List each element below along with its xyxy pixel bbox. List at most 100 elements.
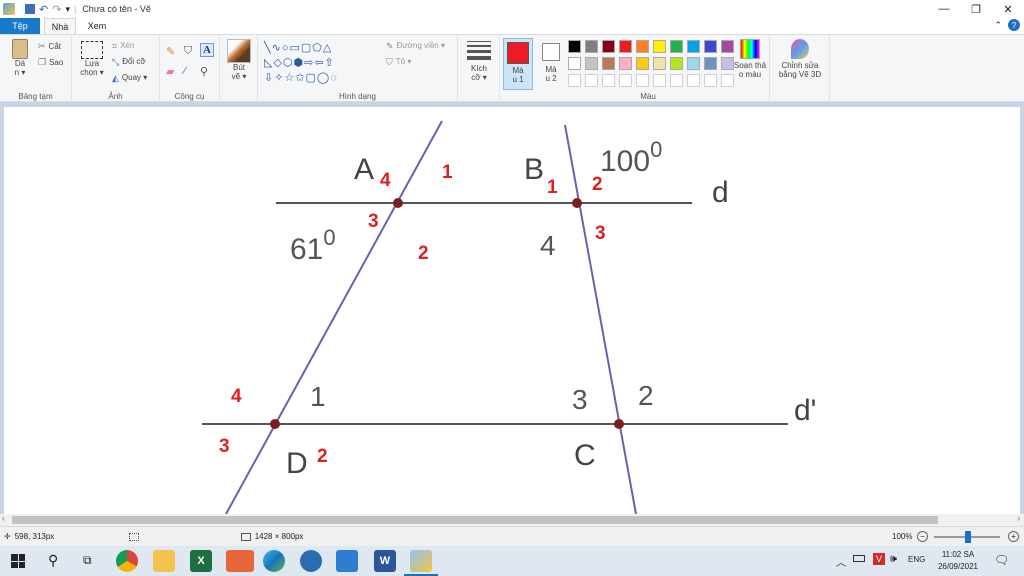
palette-swatch[interactable] — [653, 40, 666, 53]
scroll-left-icon[interactable]: ‹ — [2, 514, 5, 523]
palette-swatch[interactable] — [687, 40, 700, 53]
magnifier-icon[interactable]: ⚲ — [200, 65, 208, 78]
size-button[interactable]: Kích cỡ ▾ — [464, 41, 494, 82]
antivirus-icon[interactable]: V — [873, 553, 885, 565]
custom-color-slot[interactable] — [602, 74, 615, 87]
copy-button[interactable]: ❐ Sao — [38, 57, 63, 68]
edit-colors-button[interactable]: Soạn thả o màu — [732, 39, 768, 79]
notification-icon[interactable]: 🗨 — [994, 553, 1009, 567]
task-view-icon[interactable]: ⧉ — [83, 553, 92, 568]
maximize-button[interactable]: ❐ — [960, 0, 992, 18]
zoom-slider-thumb[interactable] — [965, 531, 971, 543]
collapse-ribbon-icon[interactable]: ⌃ — [994, 20, 1002, 31]
clipboard-group: Dá n ▾ ✂ Cắt ❐ Sao Bảng tạm — [0, 35, 72, 103]
paint3d-group: Chỉnh sửa bằng Vẽ 3D — [770, 35, 830, 103]
tab-home[interactable]: Nhà — [44, 18, 76, 34]
palette-swatch[interactable] — [568, 40, 581, 53]
custom-color-slot[interactable] — [619, 74, 632, 87]
vpn-icon[interactable] — [300, 550, 322, 572]
crop-button[interactable]: ⌗ Xén — [112, 41, 134, 52]
custom-color-slot[interactable] — [636, 74, 649, 87]
palette-swatch[interactable] — [619, 57, 632, 70]
custom-color-slot[interactable] — [670, 74, 683, 87]
file-explorer-icon[interactable] — [153, 550, 175, 572]
volume-icon[interactable]: 🕪 — [890, 553, 897, 566]
outline-button[interactable]: ✎ Đường viền ▾ — [386, 41, 445, 52]
tab-file[interactable]: Tệp — [0, 18, 40, 34]
brushes-button[interactable]: Bút vẽ ▾ — [224, 39, 254, 81]
close-button[interactable]: ✕ — [992, 0, 1024, 18]
fill-shape-button[interactable]: ⛉ Tô ▾ — [386, 57, 411, 68]
line-d-prime-label: d' — [794, 394, 816, 427]
palette-swatch[interactable] — [687, 57, 700, 70]
color1-button[interactable]: Mà u 1 — [503, 38, 533, 90]
palette-swatch[interactable] — [585, 57, 598, 70]
horizontal-scrollbar[interactable]: ‹ › — [0, 514, 1024, 526]
edge-icon[interactable] — [263, 550, 285, 572]
undo-icon[interactable]: ↶ — [39, 3, 48, 16]
paint3d-button[interactable]: Chỉnh sửa bằng Vẽ 3D — [774, 39, 826, 79]
redo-icon[interactable]: ↷ — [52, 3, 61, 16]
drawing-canvas[interactable]: A B C D d d' 1000 610 4 1 3 2 1 2 3 4 3 … — [4, 107, 1020, 514]
selection-icon — [128, 532, 139, 541]
paint-taskbar-icon[interactable] — [410, 550, 432, 572]
palette-swatch[interactable] — [602, 57, 615, 70]
tray-chevron-icon[interactable]: ︿ — [836, 554, 846, 569]
language-indicator[interactable]: ENG — [908, 555, 925, 564]
paint3d-label-2: bằng Vẽ 3D — [778, 70, 822, 79]
color2-button[interactable]: Mà u 2 — [536, 38, 566, 90]
paint3d-icon — [791, 39, 809, 59]
chrome-icon[interactable] — [116, 550, 138, 572]
palette-swatch[interactable] — [619, 40, 632, 53]
palette-swatch[interactable] — [568, 57, 581, 70]
palette-swatch[interactable] — [585, 40, 598, 53]
palette-swatch[interactable] — [636, 40, 649, 53]
color-picker-icon[interactable]: ⁄ — [184, 65, 186, 77]
battery-icon[interactable] — [853, 555, 865, 562]
eraser-icon[interactable]: ▰ — [166, 65, 174, 78]
cut-button[interactable]: ✂ Cắt — [38, 41, 61, 52]
scrollbar-thumb[interactable] — [12, 516, 938, 524]
angle-label-d1: 1 — [310, 381, 326, 412]
palette-swatch[interactable] — [704, 57, 717, 70]
palette-swatch[interactable] — [653, 57, 666, 70]
windows-start-icon[interactable] — [11, 554, 25, 568]
resize-label: Đổi cỡ — [122, 57, 146, 66]
canvas-size: 1428 × 800px — [254, 532, 304, 541]
custom-color-slot[interactable] — [653, 74, 666, 87]
search-icon[interactable]: ⚲ — [48, 552, 58, 569]
custom-color-slot[interactable] — [568, 74, 581, 87]
palette-swatch[interactable] — [704, 40, 717, 53]
customize-qa-icon[interactable]: ▾ — [65, 4, 70, 15]
clock-time: 11:02 SA — [941, 550, 975, 559]
palette-swatch[interactable] — [670, 40, 683, 53]
select-button[interactable]: Lựa chọn ▾ — [78, 41, 106, 77]
save-icon[interactable] — [25, 4, 35, 14]
custom-color-slot[interactable] — [585, 74, 598, 87]
text-icon[interactable]: A — [200, 43, 214, 57]
pencil-icon[interactable]: ✎ — [166, 45, 175, 58]
rotate-button[interactable]: ◭ Quay ▾ — [112, 73, 147, 84]
network-app-icon[interactable] — [336, 550, 358, 572]
tab-view[interactable]: Xem — [82, 18, 112, 34]
custom-color-slot[interactable] — [687, 74, 700, 87]
clock[interactable]: 11:02 SA 26/09/2021 — [934, 549, 982, 573]
palette-swatch[interactable] — [602, 40, 615, 53]
paste-button[interactable]: Dá n ▾ — [8, 39, 32, 77]
excel-icon[interactable]: X — [190, 550, 212, 572]
zoom-out-icon[interactable]: − — [917, 531, 928, 542]
palette-swatch[interactable] — [636, 57, 649, 70]
scroll-right-icon[interactable]: › — [1017, 514, 1020, 523]
resize-button[interactable]: ⤡ Đổi cỡ — [112, 57, 146, 68]
word-icon[interactable]: W — [374, 550, 396, 572]
zoom-in-icon[interactable]: + — [1008, 531, 1019, 542]
palette-swatch[interactable] — [670, 57, 683, 70]
help-icon[interactable]: ? — [1008, 19, 1020, 31]
shapes-row-3: ⇩✧☆✩▢◯◌ — [264, 72, 338, 84]
custom-color-slot[interactable] — [704, 74, 717, 87]
fill-icon[interactable]: ⛉ — [184, 45, 192, 58]
shapes-gallery[interactable]: ╲∿○▭▢⬠△ ◺◇⬡⬢⇨⇦⇧ ⇩✧☆✩▢◯◌ — [264, 41, 372, 87]
color1-label-2: u 1 — [512, 75, 524, 84]
minimize-button[interactable]: — — [928, 0, 960, 18]
zalo-icon[interactable] — [226, 550, 254, 572]
